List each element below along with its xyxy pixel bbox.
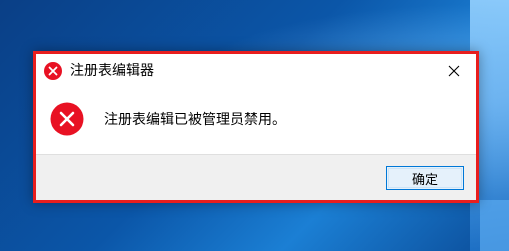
error-dialog: 注册表编辑器 注册表编辑已被管理员禁用。 确定	[33, 51, 479, 203]
error-message: 注册表编辑已被管理员禁用。	[104, 112, 286, 128]
wallpaper-light-beam-lower	[480, 200, 509, 251]
error-icon	[44, 62, 62, 80]
close-icon	[448, 62, 460, 81]
ok-button[interactable]: 确定	[386, 166, 464, 190]
error-icon	[50, 102, 84, 136]
dialog-titlebar[interactable]: 注册表编辑器	[36, 54, 476, 88]
dialog-title: 注册表编辑器	[70, 63, 154, 79]
close-button[interactable]	[432, 54, 476, 88]
dialog-footer: 确定	[36, 154, 476, 200]
dialog-content: 注册表编辑已被管理员禁用。	[36, 88, 476, 154]
